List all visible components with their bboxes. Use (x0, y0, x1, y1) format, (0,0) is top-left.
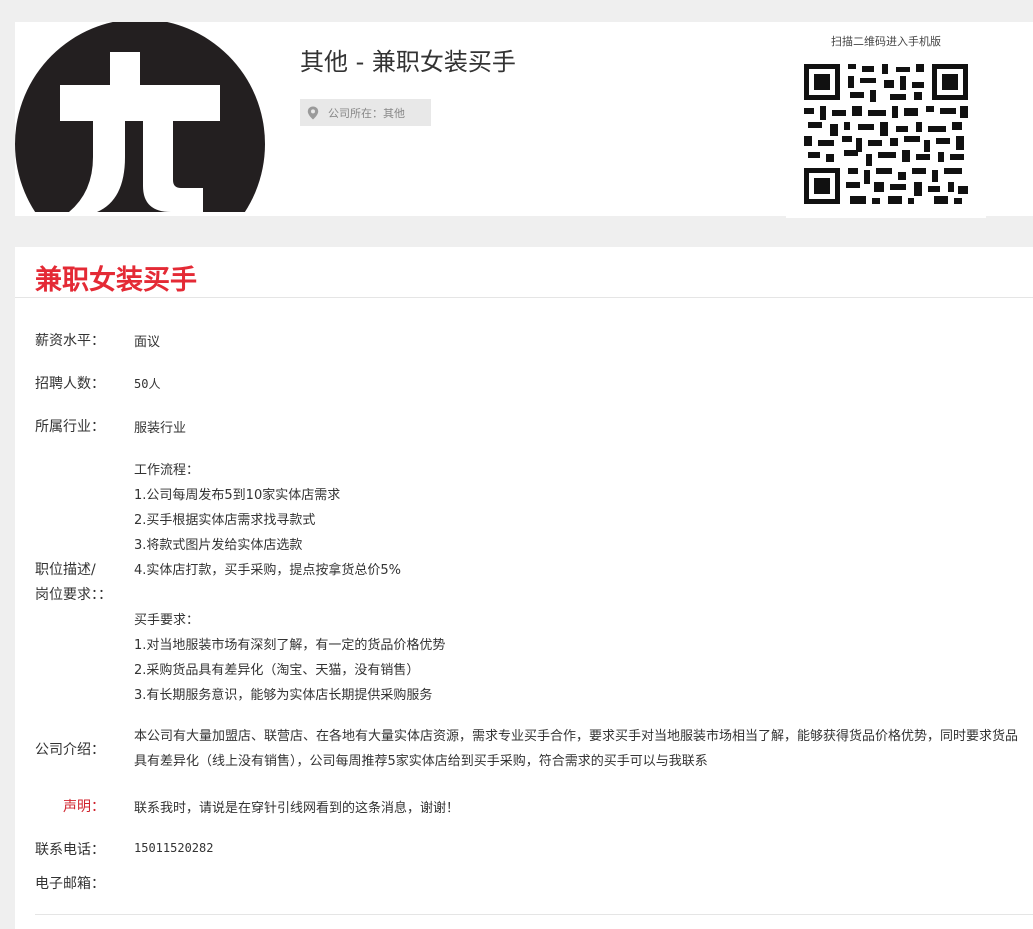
qr-caption: 扫描二维码进入手机版 (831, 35, 941, 48)
industry-value: 服装行业 (134, 421, 187, 436)
job-name-heading: 兼职女装买手 (35, 265, 197, 296)
location-pin-icon (307, 106, 319, 119)
description-line: 工作流程： (134, 463, 200, 478)
divider (35, 914, 1033, 915)
company-intro-label: 公司介绍： (35, 742, 105, 758)
divider (15, 297, 1033, 298)
description-line: 2.买手根据实体店需求找寻款式 (134, 513, 316, 528)
description-line: 3.将款式图片发给实体店选款 (134, 538, 303, 553)
description-line: 4.实体店打款，买手采购，提点按拿货总价5% (134, 563, 402, 578)
description-line: 1.对当地服装市场有深刻了解，有一定的货品价格优势 (134, 638, 446, 653)
notice-label: 声明： (63, 799, 105, 815)
description-line: 3.有长期服务意识，能够为实体店长期提供采购服务 (134, 688, 433, 703)
description-line: 2.采购货品具有差异化（淘宝、天猫，没有销售） (134, 663, 420, 678)
job-description: 工作流程： 1.公司每周发布5到10家实体店需求 2.买手根据实体店需求找寻款式… (134, 458, 445, 708)
location-tag: 公司所在：其他 (300, 99, 431, 126)
phone-label: 联系电话： (35, 842, 105, 858)
email-label: 电子邮箱： (35, 876, 105, 892)
headcount-label: 招聘人数： (35, 376, 105, 392)
notice-text: 联系我时，请说是在穿针引线网看到的这条消息，谢谢！ (134, 801, 460, 816)
qr-panel: 扫描二维码进入手机版 (786, 22, 986, 218)
job-description-label: 职位描述/ (35, 562, 96, 578)
headcount-value: 50人 (134, 377, 161, 391)
description-line: 1.公司每周发布5到10家实体店需求 (134, 488, 341, 503)
location-text: 公司所在：其他 (328, 106, 405, 120)
phone-value: 15011520282 (134, 841, 214, 855)
salary-value: 面议 (134, 335, 161, 350)
job-requirement-label: 岗位要求：： (35, 587, 112, 603)
salary-label: 薪资水平： (35, 333, 105, 349)
page-title: 其他 - 兼职女装买手 (300, 48, 516, 76)
qr-code-icon[interactable] (804, 64, 968, 204)
industry-label: 所属行业： (35, 419, 105, 435)
job-detail-panel: 兼职女装买手 薪资水平： 面议 招聘人数： 50人 所属行业： 服装行业 职位描… (15, 247, 1033, 929)
description-line: 买手要求： (134, 613, 200, 628)
company-intro-text: 本公司有大量加盟店、联营店、在各地有大量实体店资源，需求专业买手合作，要求买手对… (134, 729, 1019, 769)
company-logo (15, 22, 265, 212)
job-header: 其他 - 兼职女装买手 公司所在：其他 扫描二维码进入手机版 (15, 22, 1033, 218)
